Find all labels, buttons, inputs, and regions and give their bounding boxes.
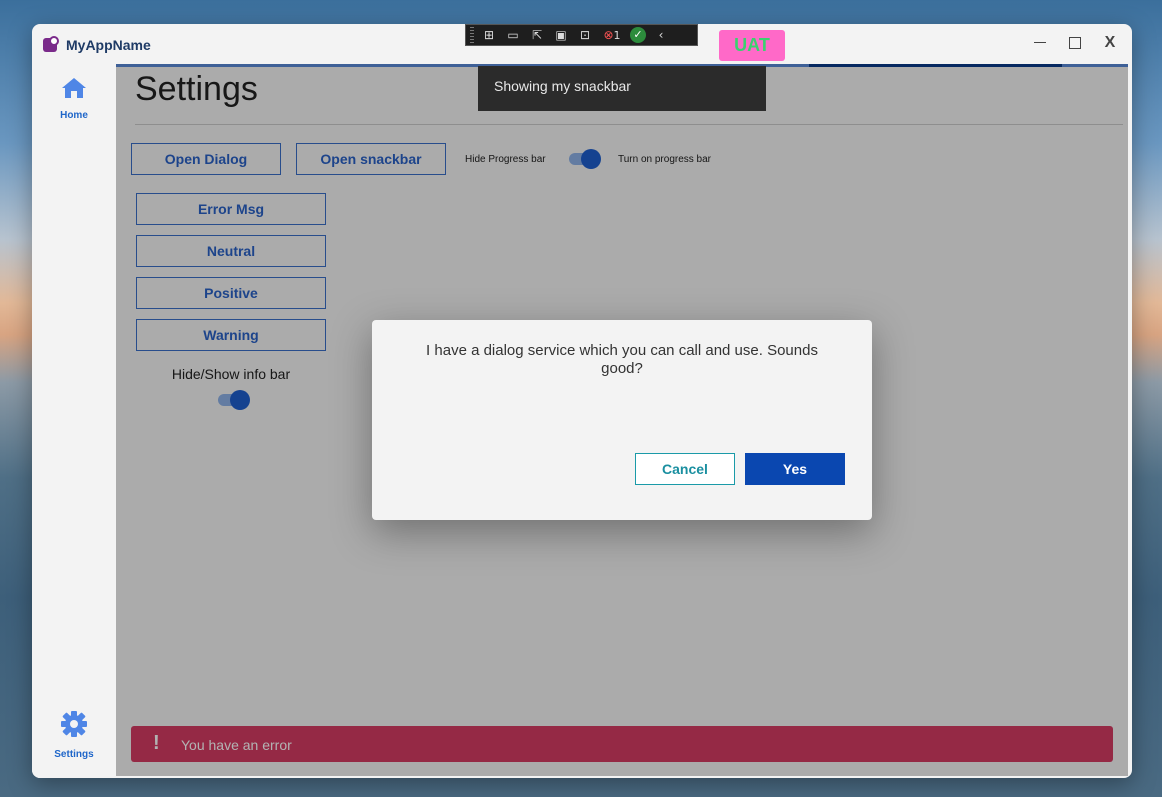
xaml-debug-toolbar: ⊞ ▭ ⇱ ▣ ⊡ ⊗1 ✓ ‹ <box>465 24 698 46</box>
dialog: I have a dialog service which you can ca… <box>372 320 872 520</box>
maximize-icon <box>1069 36 1081 49</box>
camera-icon[interactable]: ▭ <box>504 28 522 42</box>
app-title: MyAppName <box>66 37 151 53</box>
sidebar-item-label: Settings <box>54 749 94 760</box>
maximize-button[interactable] <box>1060 30 1090 56</box>
home-icon <box>32 76 116 106</box>
yes-button[interactable]: Yes <box>745 453 845 485</box>
sidebar-item-settings[interactable]: Settings <box>32 709 116 760</box>
hot-reload-status-icon[interactable]: ✓ <box>630 27 646 43</box>
track-focus-icon[interactable]: ⊡ <box>576 28 594 42</box>
select-element-icon[interactable]: ⇱ <box>528 28 546 42</box>
gear-icon <box>32 709 116 745</box>
snackbar-message: Showing my snackbar <box>494 78 631 94</box>
close-button[interactable]: X <box>1095 30 1125 56</box>
dialog-message: I have a dialog service which you can ca… <box>426 342 818 377</box>
sidebar-item-home[interactable]: Home <box>32 76 116 121</box>
sidebar: Home Settings <box>32 64 116 778</box>
binding-failures-count: 1 <box>613 29 621 42</box>
cancel-button[interactable]: Cancel <box>635 453 735 485</box>
environment-badge: UAT <box>719 30 785 61</box>
app-icon <box>43 36 59 52</box>
minimize-icon <box>1034 42 1046 44</box>
minimize-button[interactable] <box>1025 30 1055 56</box>
display-layout-icon[interactable]: ▣ <box>552 28 570 42</box>
snackbar: Showing my snackbar <box>478 66 766 111</box>
toolbar-grip[interactable] <box>470 27 474 43</box>
app-window: MyAppName X Home Settings Settings Open … <box>32 24 1132 778</box>
live-tree-icon[interactable]: ⊞ <box>480 28 498 42</box>
sidebar-item-label: Home <box>60 110 88 121</box>
binding-failures-icon[interactable]: ⊗1 <box>600 28 624 42</box>
collapse-icon[interactable]: ‹ <box>652 28 670 42</box>
